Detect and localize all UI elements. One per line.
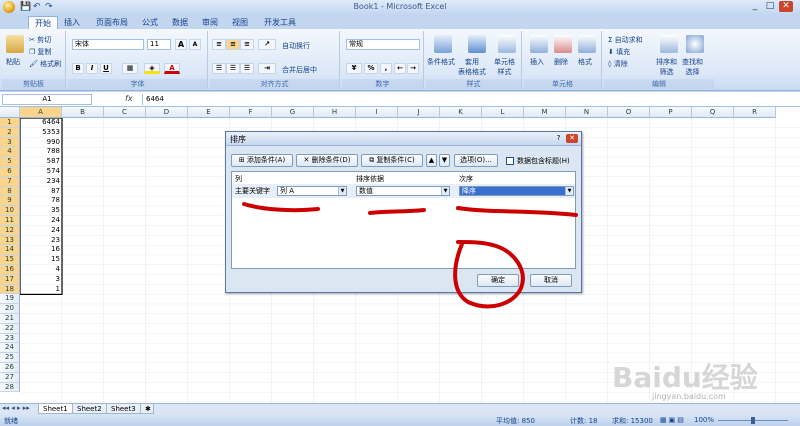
underline-column-mark <box>242 202 320 213</box>
circle-ok-mark <box>453 240 525 309</box>
underline-order-mark <box>456 206 578 217</box>
underline-sort-on-mark <box>368 208 426 215</box>
red-annotation-marks <box>242 202 578 309</box>
